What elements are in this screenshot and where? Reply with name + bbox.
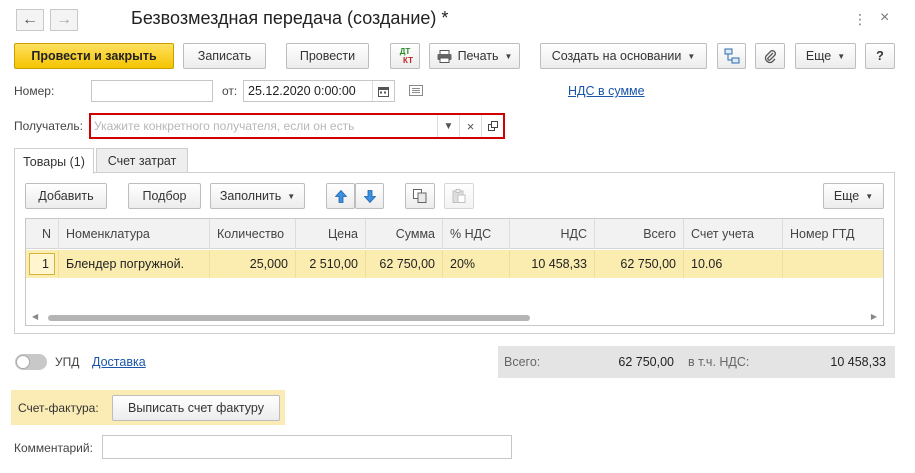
add-row-button[interactable]: Добавить [25,183,107,209]
paste-icon [452,189,466,203]
total-label: Всего: [504,355,541,369]
col-item[interactable]: Номенклатура [59,219,210,249]
col-qty[interactable]: Количество [210,219,296,249]
paperclip-icon [764,49,776,63]
cell-gtd[interactable] [783,250,883,278]
save-button[interactable]: Записать [183,43,266,69]
cell-item[interactable]: Блендер погружной. [59,250,210,278]
printer-icon [437,49,452,63]
col-vat[interactable]: НДС [510,219,595,249]
arrow-left-icon: ← [22,11,38,28]
scroll-left-icon[interactable]: ◀ [32,312,38,321]
clear-icon[interactable]: × [459,115,481,137]
chevron-down-icon: ▼ [865,191,874,201]
pick-button[interactable]: Подбор [128,183,201,209]
number-field[interactable] [91,80,213,102]
tab-goods[interactable]: Товары (1) [14,148,94,174]
recipient-label: Получатель: [14,119,83,133]
window-menu-icon[interactable]: ⋮ [853,11,867,27]
table-more-button[interactable]: Еще ▼ [823,183,884,209]
scroll-right-icon[interactable]: ▶ [871,312,877,321]
invoice-label: Счет-фактура: [18,401,99,415]
col-n[interactable]: N [26,219,59,249]
date-label: от: [222,84,238,98]
attach-button[interactable] [755,43,785,69]
totals-panel: Всего: 62 750,00 в т.ч. НДС: 10 458,33 [498,346,895,378]
table-row[interactable]: 1 Блендер погружной. 25,000 2 510,00 62 … [26,250,883,278]
copy-button[interactable] [405,183,435,209]
goods-table[interactable]: N Номенклатура Количество Цена Сумма % Н… [25,218,884,326]
forward-button[interactable]: → [50,9,78,31]
horizontal-scrollbar[interactable]: ◀ ▶ [26,311,883,325]
chevron-down-icon: ▼ [287,191,296,201]
dt-kt-button[interactable]: ДТ КТ [390,43,420,69]
cell-vat-rate[interactable]: 20% [443,250,510,278]
post-and-close-button[interactable]: Провести и закрыть [14,43,174,69]
number-history-icon[interactable] [409,85,423,99]
issue-invoice-button[interactable]: Выписать счет фактуру [112,395,280,421]
paste-button[interactable] [444,183,474,209]
chevron-down-icon: ▼ [504,51,513,61]
upd-toggle[interactable] [15,354,47,370]
total-vat-value: 10 458,33 [830,355,886,369]
arrow-down-icon [363,189,376,203]
create-based-on-button[interactable]: Создать на основании ▼ [540,43,707,69]
col-total[interactable]: Всего [595,219,684,249]
upd-label: УПД [55,355,80,369]
more-button[interactable]: Еще ▼ [795,43,856,69]
vat-in-sum-link[interactable]: НДС в сумме [568,84,645,98]
total-value: 62 750,00 [618,355,674,369]
dt-kt-icon: ДТ КТ [399,47,413,65]
cell-vat[interactable]: 10 458,33 [510,250,595,278]
copy-icon [413,189,427,203]
cell-sum[interactable]: 62 750,00 [366,250,443,278]
cell-total[interactable]: 62 750,00 [595,250,684,278]
col-account[interactable]: Счет учета [684,219,783,249]
move-down-button[interactable] [355,183,384,209]
post-button[interactable]: Провести [286,43,369,69]
col-gtd[interactable]: Номер ГТД [783,219,883,249]
print-button[interactable]: Печать ▼ [429,43,520,69]
comment-field[interactable] [102,435,512,459]
document-structure-icon [724,48,739,64]
col-sum[interactable]: Сумма [366,219,443,249]
close-icon[interactable]: × [880,10,889,26]
delivery-link[interactable]: Доставка [92,355,146,369]
move-up-button[interactable] [326,183,355,209]
arrow-up-icon [334,189,347,203]
arrow-right-icon: → [56,11,72,28]
chevron-down-icon: ▼ [837,51,846,61]
tab-cost-account[interactable]: Счет затрат [96,148,188,173]
number-label: Номер: [14,84,55,98]
structure-button[interactable] [717,43,746,69]
fill-button[interactable]: Заполнить ▼ [210,183,305,209]
col-vat-rate[interactable]: % НДС [443,219,510,249]
cell-price[interactable]: 2 510,00 [296,250,366,278]
cell-n[interactable]: 1 [26,250,59,278]
date-field[interactable]: 25.12.2020 0:00:00 [243,80,395,102]
open-icon[interactable] [481,115,503,137]
cell-account[interactable]: 10.06 [684,250,783,278]
col-price[interactable]: Цена [296,219,366,249]
scroll-thumb[interactable] [48,315,530,321]
calendar-icon[interactable] [372,81,394,101]
chevron-down-icon: ▼ [687,51,696,61]
table-header: N Номенклатура Количество Цена Сумма % Н… [26,219,883,249]
dropdown-icon[interactable]: ▼ [437,115,459,137]
cell-qty[interactable]: 25,000 [210,250,296,278]
total-vat-label: в т.ч. НДС: [688,355,750,369]
recipient-field[interactable]: Укажите конкретного получателя, если он … [89,113,505,139]
back-button[interactable]: ← [16,9,44,31]
window-title: Безвозмездная передача (создание) * [131,8,449,28]
help-button[interactable]: ? [865,43,895,69]
comment-label: Комментарий: [14,441,93,455]
